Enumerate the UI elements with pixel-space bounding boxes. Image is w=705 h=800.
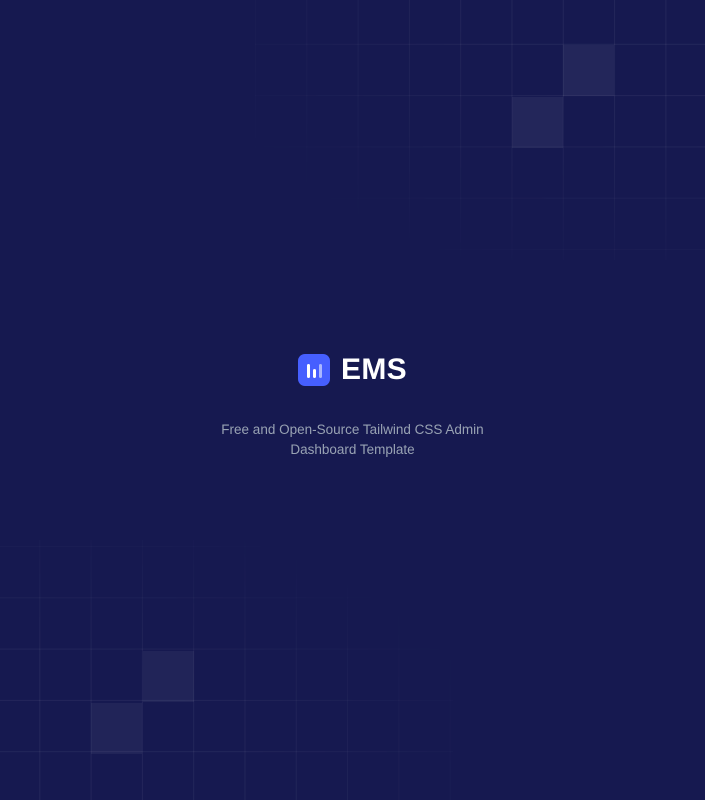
grid-highlight-cell <box>512 97 563 148</box>
auth-side-panel: EMS Free and Open-Source Tailwind CSS Ad… <box>0 0 705 800</box>
grid-highlight-cell <box>143 651 194 702</box>
tagline-line-1: Free and Open-Source Tailwind CSS Admin <box>221 421 484 437</box>
decorative-grid-bottom <box>0 540 453 800</box>
bar-chart-icon <box>298 354 331 386</box>
decorative-grid-top <box>255 0 705 260</box>
grid-highlight-cell <box>563 45 614 96</box>
brand-tagline: Free and Open-Source Tailwind CSS Admin … <box>0 420 705 460</box>
brand-name: EMS <box>341 353 407 386</box>
tagline-line-2: Dashboard Template <box>290 441 415 457</box>
brand-logo[interactable]: EMS <box>0 350 705 390</box>
grid-highlight-cell <box>91 703 142 754</box>
